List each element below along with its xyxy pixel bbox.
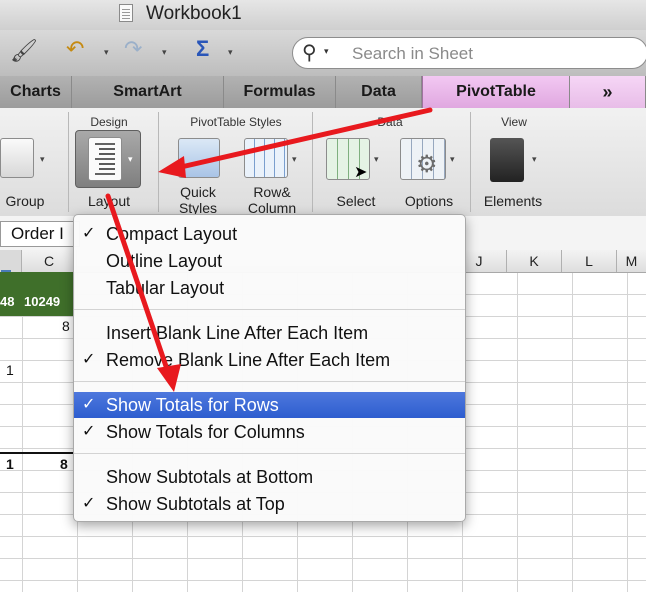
elements-dropdown-icon[interactable]: ▾ — [532, 154, 537, 165]
window-title: Workbook1 — [146, 3, 242, 24]
redo-dropdown-icon[interactable]: ▾ — [162, 47, 167, 58]
tab-pivottable[interactable]: PivotTable — [422, 76, 570, 108]
grand-total-cell[interactable]: 1 — [6, 456, 14, 472]
menu-item-label: Remove Blank Line After Each Item — [106, 350, 391, 370]
tab-formulas[interactable]: Formulas — [224, 76, 336, 108]
quick-styles-button[interactable]: Quick — [168, 184, 228, 200]
mouse-pointer-icon: ➤ — [354, 164, 368, 181]
autosum-dropdown-icon[interactable]: ▾ — [228, 47, 233, 58]
group-button[interactable]: Group — [0, 193, 50, 209]
pivot-value-cell[interactable]: 1 — [6, 362, 14, 378]
menu-item-show-subtotals-at-bottom[interactable]: Show Subtotals at Bottom — [74, 464, 465, 490]
search-icon[interactable]: ⚲ — [302, 40, 317, 65]
pivot-header-cell[interactable]: 10249 — [24, 294, 60, 309]
column-header-partial[interactable] — [0, 250, 22, 272]
column-header-c[interactable]: C — [22, 250, 77, 272]
menu-item-tabular-layout[interactable]: Tabular Layout — [74, 275, 465, 301]
group-label-view: View — [501, 115, 527, 129]
pivot-header-cell[interactable]: 48 — [0, 294, 14, 309]
menu-item-show-totals-for-columns[interactable]: ✓ Show Totals for Columns — [74, 419, 465, 445]
menu-item-remove-blank-line[interactable]: ✓ Remove Blank Line After Each Item — [74, 347, 465, 373]
checkmark-icon: ✓ — [82, 396, 96, 413]
layout-button[interactable]: Layout — [78, 193, 140, 209]
menu-item-label: Compact Layout — [106, 224, 238, 244]
column-header-k[interactable]: K — [507, 250, 562, 272]
group-dropdown-icon[interactable]: ▾ — [40, 154, 45, 165]
quick-styles-icon[interactable] — [178, 138, 220, 178]
pivot-value-cell[interactable]: 8 — [62, 318, 70, 334]
select-button[interactable]: Select — [326, 193, 386, 209]
group-label-pivottable-styles: PivotTable Styles — [190, 115, 282, 129]
redo-icon[interactable]: ↷ — [124, 36, 142, 62]
ribbon-divider — [158, 112, 159, 212]
column-header-l[interactable]: L — [562, 250, 617, 272]
group-label-design: Design — [90, 115, 128, 129]
menu-item-label: Show Totals for Columns — [106, 422, 305, 442]
menu-item-show-totals-for-rows[interactable]: ✓ Show Totals for Rows — [74, 392, 465, 418]
checkmark-icon: ✓ — [82, 495, 96, 512]
elements-icon[interactable] — [490, 138, 524, 182]
format-painter-icon[interactable]: 🖌 — [10, 38, 38, 64]
menu-item-label: Insert Blank Line After Each Item — [106, 323, 369, 343]
checkmark-icon: ✓ — [82, 225, 96, 242]
menu-item-label: Tabular Layout — [106, 278, 225, 298]
row-column-button[interactable]: Row& — [236, 184, 308, 200]
ribbon-divider — [470, 112, 471, 212]
search-options-dropdown-icon[interactable]: ▾ — [324, 46, 329, 57]
menu-item-outline-layout[interactable]: Outline Layout — [74, 248, 465, 274]
options-button[interactable]: Options — [396, 193, 462, 209]
layout-icon[interactable] — [88, 137, 122, 181]
menu-item-label: Show Subtotals at Top — [106, 494, 285, 514]
grand-total-border — [0, 452, 75, 454]
name-box[interactable]: Order I — [0, 221, 80, 247]
gear-icon: ⚙ — [416, 151, 438, 178]
checkmark-icon: ✓ — [82, 423, 96, 440]
options-dropdown-icon[interactable]: ▾ — [450, 154, 455, 165]
group-label-data: Data — [377, 115, 403, 129]
group-field-icon[interactable] — [0, 138, 34, 178]
search-input[interactable] — [350, 42, 634, 66]
tab-overflow-chevron-icon[interactable]: » — [570, 76, 646, 108]
document-icon — [119, 4, 133, 22]
title-bar — [0, 0, 646, 30]
menu-item-label: Outline Layout — [106, 251, 223, 271]
ribbon-divider — [312, 112, 313, 212]
ribbon-divider — [68, 112, 69, 212]
menu-separator — [74, 309, 465, 310]
checkmark-icon: ✓ — [82, 351, 96, 368]
menu-separator — [74, 381, 465, 382]
menu-item-compact-layout[interactable]: ✓ Compact Layout — [74, 221, 465, 247]
menu-separator — [74, 453, 465, 454]
row-column-grid-icon[interactable] — [244, 138, 288, 178]
column-header-m[interactable]: M — [617, 250, 646, 272]
undo-icon[interactable]: ↶ — [66, 36, 84, 62]
elements-button[interactable]: Elements — [476, 193, 550, 209]
menu-item-label: Show Totals for Rows — [106, 395, 279, 415]
select-dropdown-icon[interactable]: ▾ — [374, 154, 379, 165]
autosum-icon[interactable]: Σ — [196, 36, 209, 62]
undo-dropdown-icon[interactable]: ▾ — [104, 47, 109, 58]
menu-item-insert-blank-line[interactable]: Insert Blank Line After Each Item — [74, 320, 465, 346]
row-column-dropdown-icon[interactable]: ▾ — [292, 154, 297, 165]
layout-dropdown-icon[interactable]: ▾ — [128, 154, 133, 165]
tab-data[interactable]: Data — [336, 76, 422, 108]
tab-smartart[interactable]: SmartArt — [72, 76, 224, 108]
tab-charts[interactable]: Charts — [0, 76, 72, 108]
menu-item-show-subtotals-at-top[interactable]: ✓ Show Subtotals at Top — [74, 491, 465, 517]
grand-total-cell[interactable]: 8 — [60, 456, 68, 472]
menu-item-label: Show Subtotals at Bottom — [106, 467, 314, 487]
